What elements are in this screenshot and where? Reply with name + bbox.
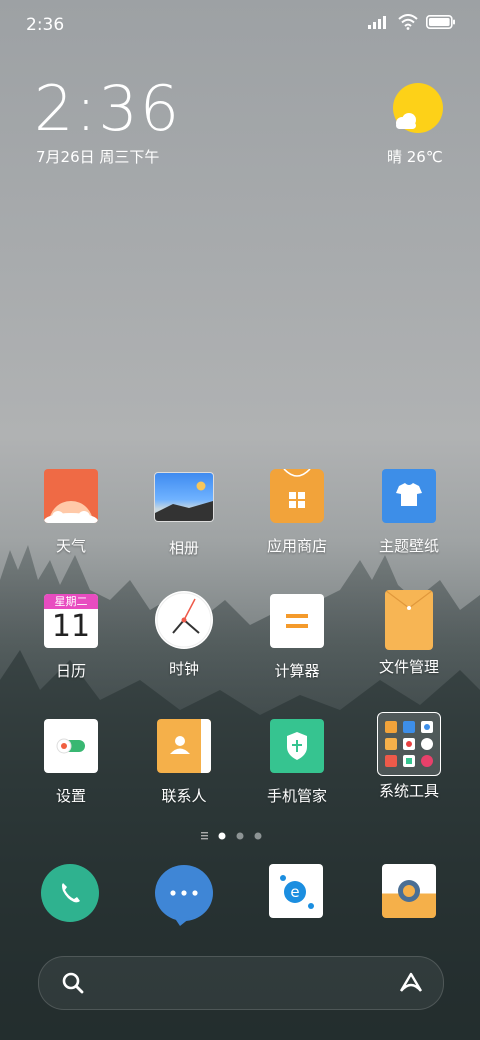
app-label: 联系人 — [161, 787, 207, 805]
settings-toggle-icon — [44, 719, 98, 773]
menu-lines-icon — [201, 832, 208, 840]
dock-camera[interactable] — [354, 864, 464, 918]
app-label: 应用商店 — [266, 537, 327, 555]
battery-icon — [426, 15, 455, 29]
browser-icon: e — [269, 864, 323, 918]
app-label: 系统工具 — [378, 782, 439, 800]
folder-icon — [385, 590, 433, 650]
sun-icon[interactable] — [390, 82, 446, 138]
app-gallery[interactable]: 相册 — [129, 469, 239, 558]
app-themes[interactable]: 主题壁纸 — [354, 469, 464, 556]
app-label: 主题壁纸 — [378, 537, 439, 555]
calendar-icon: 星期二 11 — [44, 594, 98, 648]
app-clock[interactable]: 时钟 — [129, 591, 239, 679]
search-bar[interactable] — [38, 956, 444, 1010]
status-time: 2:36 — [26, 15, 65, 35]
clock-widget-time[interactable]: 2:36 — [34, 72, 181, 145]
calendar-weekday: 星期二 — [44, 594, 98, 609]
app-store[interactable]: 应用商店 — [242, 469, 352, 556]
dock-phone[interactable] — [15, 864, 125, 922]
app-label: 时钟 — [168, 660, 199, 678]
app-label: 相册 — [168, 539, 199, 557]
dock-browser[interactable]: e — [241, 864, 351, 918]
app-label: 手机管家 — [266, 787, 327, 805]
shield-icon — [270, 719, 324, 773]
assistant-icon[interactable] — [397, 971, 425, 995]
contacts-icon — [157, 719, 211, 773]
page-dot[interactable] — [236, 832, 244, 840]
app-contacts[interactable]: 联系人 — [129, 719, 239, 806]
calendar-day: 11 — [51, 609, 91, 644]
status-bar: 2:36 — [0, 0, 480, 50]
app-label: 文件管理 — [378, 658, 439, 676]
clock-icon — [155, 591, 213, 649]
app-label: 天气 — [55, 537, 86, 555]
app-store-icon — [270, 469, 324, 523]
weather-text: 晴 26℃ — [387, 148, 443, 166]
tshirt-icon — [382, 469, 436, 523]
phone-icon — [41, 864, 99, 922]
weather-app-icon — [44, 469, 98, 523]
svg-text:e: e — [290, 883, 299, 901]
app-calculator[interactable]: 计算器 — [242, 594, 352, 681]
app-settings[interactable]: 设置 — [16, 719, 126, 806]
messages-icon — [154, 864, 213, 926]
signal-icon — [368, 16, 386, 29]
page-indicator[interactable] — [0, 828, 480, 842]
calculator-icon — [270, 594, 324, 648]
app-label: 日历 — [55, 662, 86, 680]
app-security[interactable]: 手机管家 — [242, 719, 352, 806]
dock-messages[interactable] — [128, 864, 238, 926]
camera-icon — [382, 864, 436, 918]
search-icon[interactable] — [61, 971, 85, 995]
app-label: 计算器 — [274, 662, 320, 680]
wifi-icon — [398, 14, 418, 30]
page-dot[interactable] — [254, 832, 262, 840]
app-weather[interactable]: 天气 — [16, 469, 126, 556]
folder-system-tools[interactable]: 系统工具 — [354, 712, 464, 801]
page-dot-active[interactable] — [218, 832, 226, 840]
app-label: 设置 — [55, 787, 86, 805]
folder-grid-icon — [377, 712, 441, 776]
app-calendar[interactable]: 星期二 11 日历 — [16, 594, 126, 681]
app-files[interactable]: 文件管理 — [354, 590, 464, 677]
clock-widget-date: 7月26日 周三下午 — [36, 148, 160, 166]
gallery-icon — [154, 472, 214, 522]
